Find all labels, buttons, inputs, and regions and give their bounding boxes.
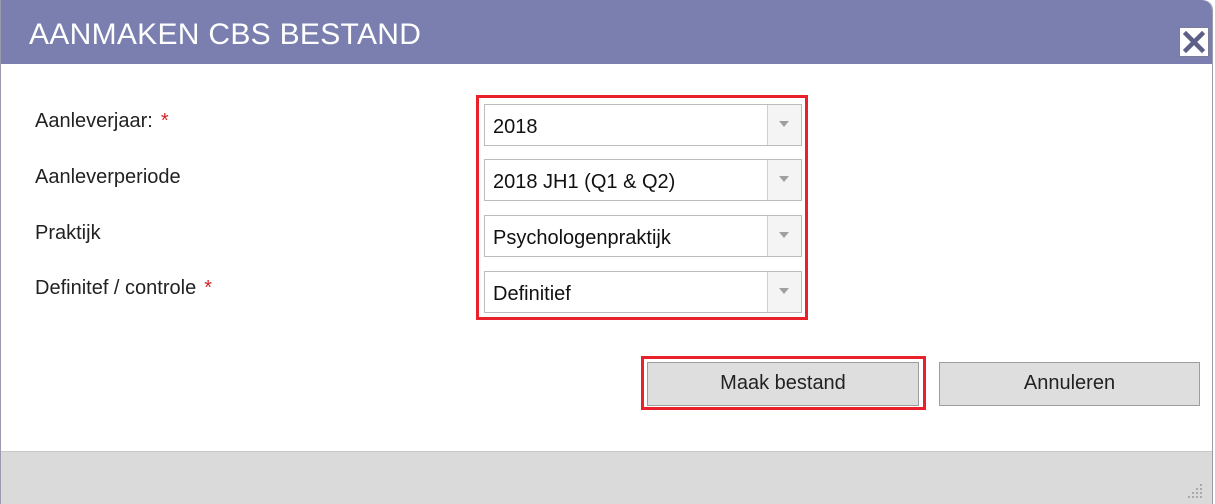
- praktijk-value: Psychologenpraktijk: [493, 227, 671, 249]
- aanleverperiode-label: Aanleverperiode: [35, 167, 181, 187]
- definitief-controle-label: Definitef / controle *: [35, 278, 212, 298]
- dropdown-button[interactable]: [767, 272, 801, 312]
- dialog-footer: [1, 451, 1212, 504]
- aanleverjaar-select[interactable]: 2018: [484, 104, 802, 146]
- create-cbs-file-dialog: AANMAKEN CBS BESTAND Aanleverjaar: * Aanl…: [0, 0, 1213, 504]
- definitief-controle-value: Definitief: [493, 283, 571, 305]
- chevron-down-icon: [779, 288, 789, 294]
- chevron-down-icon: [779, 176, 789, 182]
- dropdown-button[interactable]: [767, 105, 801, 145]
- aanleverperiode-value: 2018 JH1 (Q1 & Q2): [493, 171, 676, 193]
- cancel-button[interactable]: Annuleren: [939, 362, 1200, 406]
- aanleverjaar-label-text: Aanleverjaar:: [35, 110, 153, 132]
- required-marker: *: [204, 277, 212, 299]
- close-button[interactable]: [1179, 27, 1209, 57]
- praktijk-label: Praktijk: [35, 223, 101, 243]
- definitief-controle-select[interactable]: Definitief: [484, 271, 802, 313]
- praktijk-label-text: Praktijk: [35, 222, 101, 244]
- definitief-controle-label-text: Definitef / controle: [35, 277, 197, 299]
- chevron-down-icon: [779, 232, 789, 238]
- resize-grip-icon[interactable]: [1188, 482, 1204, 498]
- close-icon: [1183, 31, 1205, 53]
- aanleverjaar-label: Aanleverjaar: *: [35, 111, 169, 131]
- aanleverperiode-label-text: Aanleverperiode: [35, 166, 181, 188]
- dialog-titlebar[interactable]: AANMAKEN CBS BESTAND: [1, 0, 1212, 64]
- create-file-button[interactable]: Maak bestand: [647, 362, 919, 406]
- dialog-title: AANMAKEN CBS BESTAND: [29, 18, 422, 51]
- aanleverperiode-select[interactable]: 2018 JH1 (Q1 & Q2): [484, 159, 802, 201]
- dropdown-button[interactable]: [767, 160, 801, 200]
- chevron-down-icon: [779, 121, 789, 127]
- dropdown-button[interactable]: [767, 216, 801, 256]
- aanleverjaar-value: 2018: [493, 116, 538, 138]
- praktijk-select[interactable]: Psychologenpraktijk: [484, 215, 802, 257]
- required-marker: *: [160, 110, 169, 132]
